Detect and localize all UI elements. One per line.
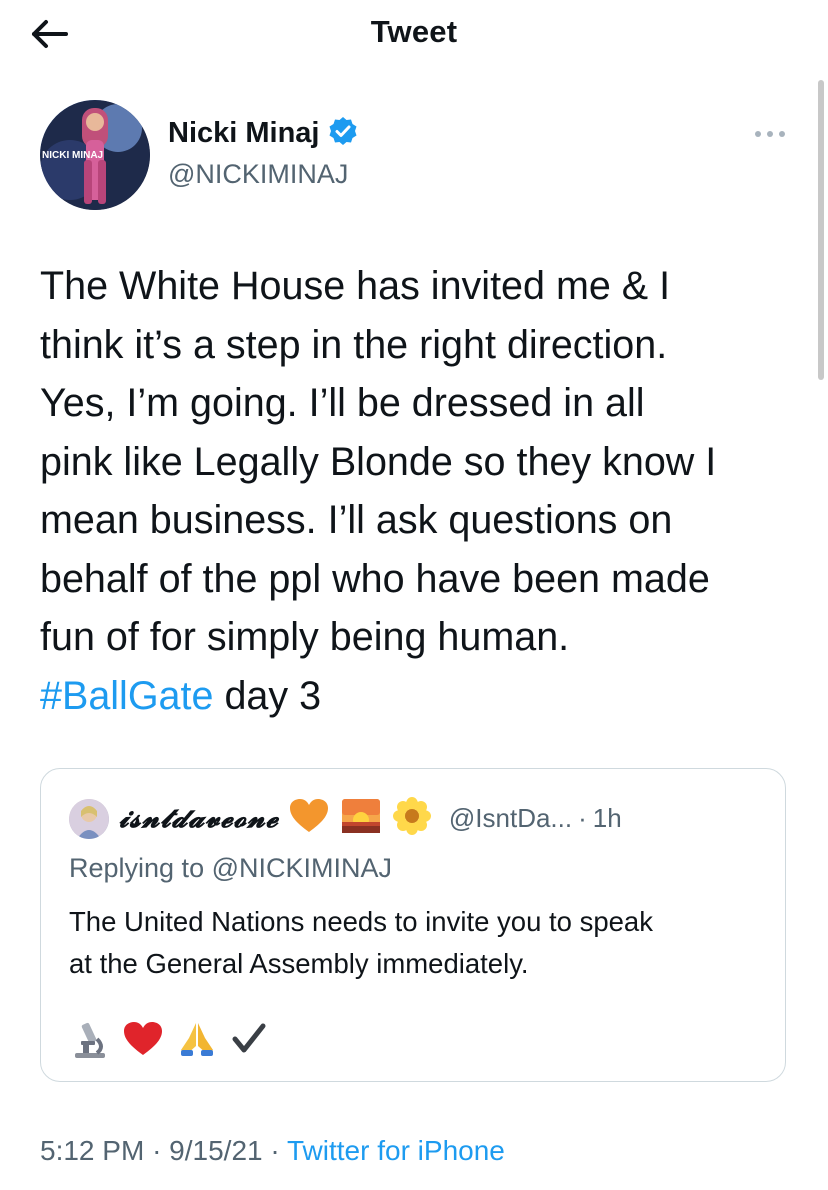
- quoted-tweet-text: The United Nations needs to invite you t…: [69, 901, 769, 985]
- author-avatar[interactable]: NICKI MINAJ: [40, 100, 150, 210]
- author-info: Nicki Minaj @NICKIMINAJ: [168, 116, 358, 190]
- tweet-line: Yes, I’m going. I’ll be dressed in all: [40, 381, 645, 425]
- quoted-tweet-line: at the General Assembly immediately.: [69, 948, 529, 979]
- more-dots-icon: [752, 131, 788, 148]
- microscope-icon: [71, 1019, 109, 1064]
- author-name[interactable]: Nicki Minaj: [168, 117, 320, 150]
- tweet-line: The White House has invited me & I: [40, 264, 671, 308]
- tweet-line: mean business. I’ll ask questions on: [40, 498, 673, 542]
- checkmark-icon: [231, 1022, 267, 1061]
- quoted-tweet-time: 1h: [592, 803, 622, 833]
- replying-to-text: Replying to @NICKIMINAJ: [69, 853, 392, 883]
- daisy-flower-icon: [392, 797, 431, 840]
- quoted-author-handle[interactable]: @IsntDa...: [449, 803, 572, 834]
- tweet-timestamp: 5:12 PM: [40, 1135, 145, 1166]
- quoted-author-name[interactable]: 𝓲𝓼𝓷𝓽𝓭𝓪𝓿𝓮𝓸𝓷𝓮: [119, 803, 279, 835]
- quoted-author-avatar: [69, 798, 109, 839]
- tweet-metadata: 5:12 PM · 9/15/21 · Twitter for iPhone: [40, 1135, 505, 1167]
- tweet-line-last: #BallGate day 3: [40, 667, 800, 726]
- scrollbar[interactable]: [818, 80, 824, 380]
- tweet-line: pink like Legally Blonde so they know I: [40, 439, 717, 484]
- hashtag-link[interactable]: #BallGate: [40, 674, 213, 718]
- tweet-source-link[interactable]: Twitter for iPhone: [287, 1135, 505, 1166]
- top-bar: Tweet: [0, 0, 828, 66]
- orange-heart-icon: [289, 798, 329, 839]
- quoted-tweet-line: The United Nations needs to invite you t…: [69, 906, 653, 937]
- quoted-emoji-row: [71, 1019, 267, 1064]
- quoted-tweet-header: 𝓲𝓼𝓷𝓽𝓭𝓪𝓿𝓮𝓸𝓷𝓮 @IsntDa... · 1h: [69, 797, 622, 840]
- tweet-text: The White House has invited me & I think…: [40, 257, 800, 725]
- quoted-tweet-card[interactable]: 𝓲𝓼𝓷𝓽𝓭𝓪𝓿𝓮𝓸𝓷𝓮 @IsntDa... · 1h Replying to …: [40, 768, 786, 1082]
- sunrise-icon: [341, 798, 381, 839]
- tweet-line: behalf of the ppl who have been made: [40, 556, 710, 601]
- hashtag-suffix: day 3: [213, 673, 322, 718]
- more-options-button[interactable]: [752, 124, 788, 144]
- page-title: Tweet: [370, 14, 458, 49]
- verified-badge-icon: [328, 116, 358, 151]
- tweet-line: think it’s a step in the right direction…: [40, 322, 668, 367]
- separator-dot: ·: [578, 803, 587, 833]
- avatar-caption: NICKI MINAJ: [42, 150, 103, 161]
- separator-dot: ·: [270, 1135, 280, 1166]
- separator-dot: ·: [152, 1135, 162, 1166]
- tweet-date: 9/15/21: [169, 1135, 263, 1166]
- author-handle[interactable]: @NICKIMINAJ: [168, 159, 358, 190]
- red-heart-icon: [123, 1021, 163, 1062]
- praying-hands-icon: [177, 1020, 217, 1063]
- tweet-line: fun of for simply being human.: [40, 615, 570, 659]
